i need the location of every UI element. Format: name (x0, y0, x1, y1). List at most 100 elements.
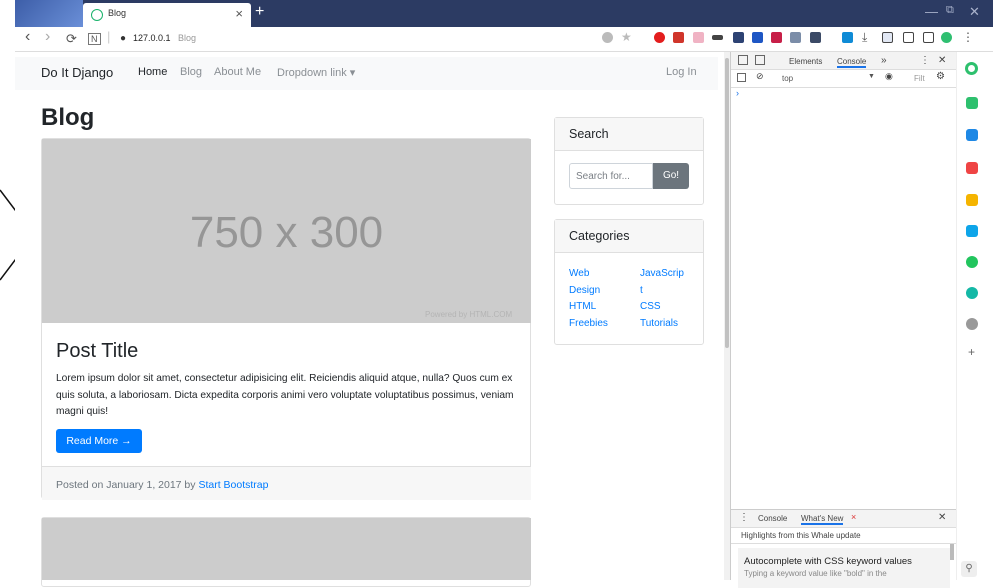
extension-icon[interactable] (771, 32, 782, 43)
extension-icon[interactable] (842, 32, 853, 43)
extension-icon[interactable] (752, 32, 763, 43)
capture-icon[interactable] (882, 32, 893, 43)
post-excerpt: Lorem ipsum dolor sit amet, consectetur … (56, 373, 514, 417)
post-meta-text: Posted on January 1, 2017 by (56, 479, 199, 491)
page-title: Blog (41, 104, 95, 131)
image-credit: Powered by HTML.COM (425, 310, 513, 319)
devtools-tab-elements[interactable]: Elements (789, 57, 822, 66)
post-meta: Posted on January 1, 2017 by Start Boots… (56, 479, 268, 491)
extension-icon[interactable] (712, 35, 723, 40)
sidepanel-app-icon[interactable] (966, 287, 978, 299)
search-widget-title: Search (569, 127, 609, 141)
sidebar-toggle-icon[interactable] (923, 32, 934, 43)
sidepanel-app-icon[interactable] (966, 225, 978, 237)
console-sidebar-icon[interactable] (737, 73, 746, 82)
drawer-scrollbar[interactable] (950, 544, 954, 560)
url-host[interactable]: 127.0.0.1 (133, 33, 171, 43)
forward-icon[interactable]: › (45, 28, 50, 46)
context-dropdown-icon[interactable]: ▼ (868, 73, 875, 80)
devtools-menu-icon[interactable]: ⋮ (920, 55, 930, 66)
nav-link-blog[interactable]: Blog (180, 66, 202, 78)
console-filter-input[interactable]: Filt (914, 74, 925, 83)
category-link[interactable]: CSS (640, 300, 661, 313)
console-prompt[interactable]: › (736, 88, 739, 98)
context-selector[interactable]: top (782, 74, 793, 83)
settings-gear-icon[interactable]: ⚙ (936, 71, 945, 82)
author-link[interactable]: Start Bootstrap (198, 479, 268, 491)
whats-new-item-text: Typing a keyword value like "bold" in th… (744, 569, 887, 578)
category-link[interactable]: Web (569, 267, 589, 280)
image-placeholder-text: 750 x 300 (189, 208, 384, 257)
category-link[interactable]: Design (569, 284, 600, 297)
login-link[interactable]: Log In (666, 66, 697, 78)
reload-icon[interactable]: ⟳ (66, 31, 77, 47)
menu-icon[interactable]: ⋮ (962, 30, 974, 44)
device-toggle-icon[interactable] (755, 55, 765, 65)
star-icon[interactable]: ★ (621, 30, 632, 44)
extension-icon[interactable] (673, 32, 684, 43)
split-view-icon[interactable] (903, 32, 914, 43)
reader-mode-icon[interactable]: N (88, 33, 101, 45)
drawer-tab-whats-new[interactable]: What's New (801, 514, 844, 525)
browser-tab[interactable]: Blog × (83, 3, 251, 27)
shield-icon[interactable] (602, 32, 613, 43)
sidepanel-app-icon[interactable] (965, 62, 978, 75)
category-link[interactable]: HTML (569, 300, 596, 313)
whats-new-item-title: Autocomplete with CSS keyword values (744, 556, 912, 567)
url-path[interactable]: Blog (178, 33, 196, 43)
category-link[interactable]: t (640, 284, 643, 297)
tab-close-button[interactable]: × (235, 6, 243, 21)
post-image (42, 518, 531, 580)
sidepanel-app-icon[interactable] (966, 97, 978, 109)
search-go-button[interactable]: Go! (653, 163, 689, 189)
devtools-close-icon[interactable]: ✕ (938, 55, 946, 66)
extension-icon[interactable] (693, 32, 704, 43)
categories-widget-title: Categories (569, 229, 630, 243)
address-divider: | (107, 29, 111, 44)
pin-icon[interactable]: ⚲ (961, 561, 977, 577)
extension-icon[interactable] (810, 32, 821, 43)
site-info-icon[interactable]: ● (120, 33, 126, 44)
opera-extension-icon[interactable] (654, 32, 665, 43)
sidepanel-app-icon[interactable] (966, 256, 978, 268)
drawer-tab-close-icon[interactable]: × (851, 512, 856, 522)
extension-icon[interactable] (790, 32, 801, 43)
extension-icon[interactable] (733, 32, 744, 43)
category-link[interactable]: Freebies (569, 317, 608, 330)
download-icon[interactable]: ⤓ (862, 30, 873, 44)
category-link[interactable]: JavaScrip (640, 267, 684, 280)
window-close-button[interactable]: ✕ (969, 4, 980, 20)
devtools-more-tabs[interactable]: » (881, 55, 887, 66)
sidepanel-app-icon[interactable] (966, 129, 978, 141)
nav-dropdown-link[interactable]: Dropdown link ▾ (277, 66, 355, 79)
site-navbar (15, 57, 718, 90)
whale-logo-icon[interactable] (15, 0, 83, 27)
read-more-button[interactable]: Read More → (56, 429, 142, 453)
eye-icon[interactable]: ◉ (885, 71, 893, 82)
inspect-element-icon[interactable] (738, 55, 748, 65)
page-scrollbar-thumb[interactable] (725, 58, 729, 348)
search-input[interactable] (569, 163, 653, 189)
drawer-menu-icon[interactable]: ⋮ (739, 512, 749, 523)
drawer-tab-console[interactable]: Console (758, 514, 787, 523)
sidepanel-app-icon[interactable] (966, 162, 978, 174)
restore-button[interactable]: ⧉ (946, 4, 954, 17)
sidepanel-app-icon[interactable] (966, 318, 978, 330)
devtools-tab-console[interactable]: Console (837, 57, 867, 68)
profile-avatar[interactable] (941, 32, 952, 43)
tab-title: Blog (108, 8, 127, 18)
category-link[interactable]: Tutorials (640, 317, 678, 330)
sidepanel-app-icon[interactable] (966, 194, 978, 206)
sidepanel-add-icon[interactable]: + (968, 345, 975, 359)
clear-console-icon[interactable]: ⊘ (756, 71, 764, 82)
nav-link-home[interactable]: Home (138, 66, 167, 78)
drawer-subtitle: Highlights from this Whale update (741, 531, 861, 540)
new-tab-button[interactable]: + (255, 3, 264, 21)
drawer-close-icon[interactable]: ✕ (938, 512, 946, 523)
nav-link-about[interactable]: About Me (214, 66, 261, 78)
back-icon[interactable]: ‹ (25, 28, 30, 46)
minimize-button[interactable]: — (925, 4, 938, 19)
whats-new-item[interactable] (738, 548, 950, 588)
tab-favicon-icon (91, 9, 103, 21)
navbar-brand[interactable]: Do It Django (41, 65, 113, 80)
